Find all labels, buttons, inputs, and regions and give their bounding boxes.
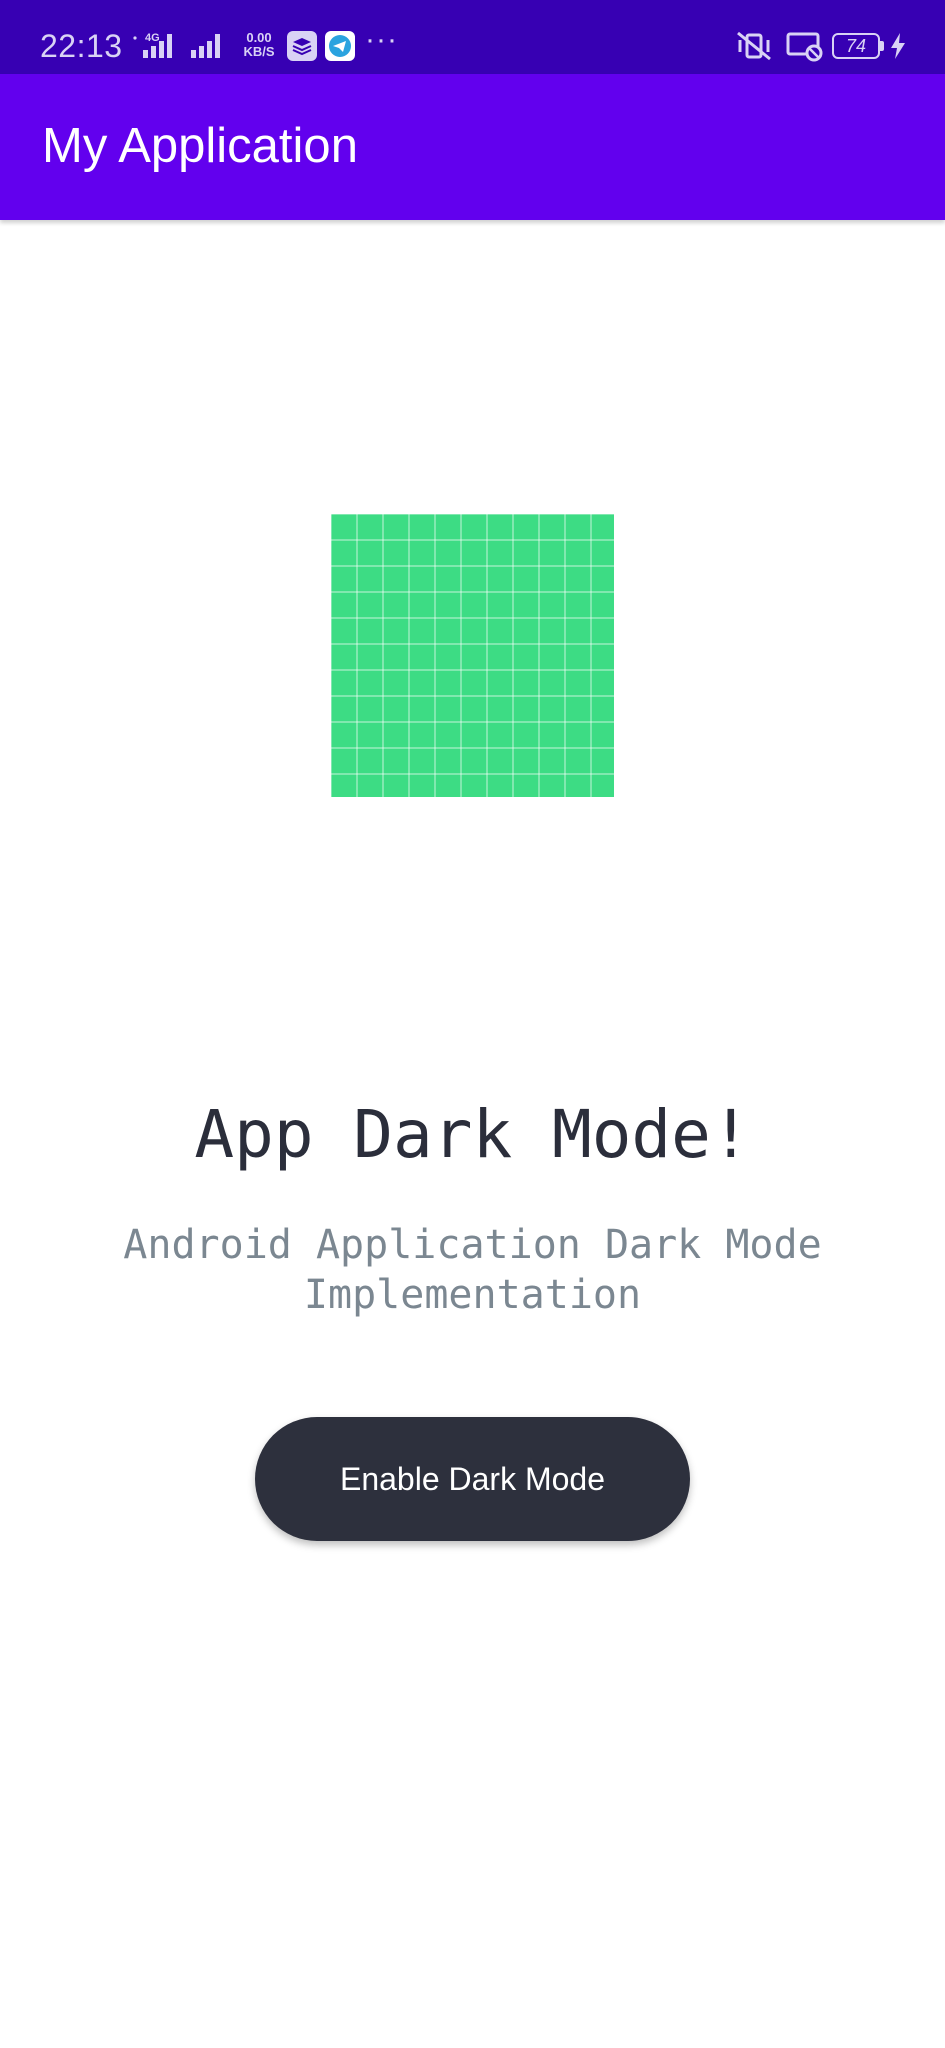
net-speed-unit: KB/S [243, 44, 275, 59]
telegram-icon [325, 31, 355, 61]
charging-icon [891, 33, 905, 59]
app-bar: My Application [0, 74, 945, 220]
cast-off-icon [786, 32, 823, 62]
android-grid-image [331, 514, 614, 797]
headline: App Dark Mode! [194, 1096, 751, 1173]
net-speed-indicator: 0.00 KB/S [241, 31, 277, 59]
vibrate-off-icon [737, 31, 771, 61]
signal-icon [191, 34, 220, 58]
battery-icon: 74 [832, 33, 880, 59]
more-notifications-icon: ··· [365, 23, 398, 56]
subtitle: Android Application Dark Mode Implementa… [123, 1222, 822, 1318]
svg-text:4G: 4G [145, 32, 160, 44]
layers-app-icon [287, 31, 317, 61]
status-time: 22:13 [40, 28, 123, 64]
signal-icon: 4G [133, 32, 172, 58]
battery-cap [880, 41, 884, 51]
net-speed-value: 0.00 [246, 30, 272, 45]
enable-dark-mode-button[interactable]: Enable Dark Mode [255, 1417, 690, 1541]
app-title: My Application [42, 119, 358, 173]
status-bar: 22:13 4G 4G 0.00 KB/S [0, 0, 945, 74]
app-screen: 22:13 4G 4G 0.00 KB/S [0, 0, 945, 2048]
battery-level: 74 [845, 36, 867, 56]
